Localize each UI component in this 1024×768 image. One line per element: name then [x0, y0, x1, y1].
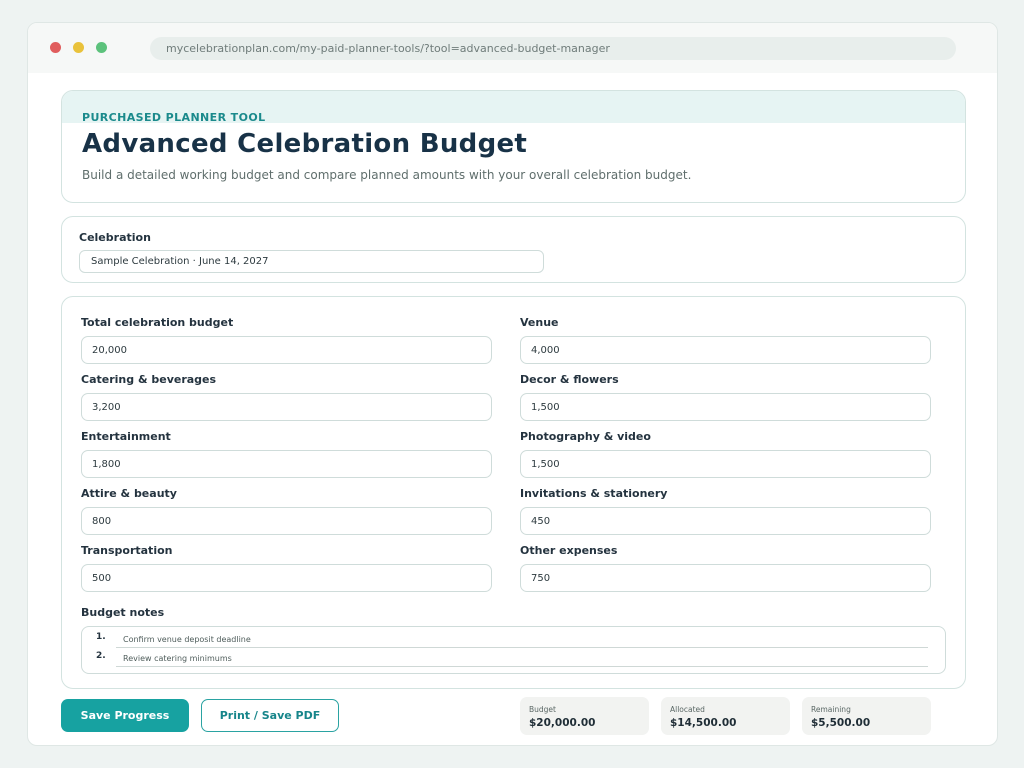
print-pdf-button[interactable]: Print / Save PDF [201, 699, 339, 732]
celebration-label: Celebration [79, 231, 151, 244]
stat-label: Budget [529, 705, 556, 714]
field-photography: Photography & video [520, 430, 931, 480]
budget-notes-list: 1. Confirm venue deposit deadline 2. Rev… [81, 626, 946, 674]
catering-input[interactable] [81, 393, 492, 421]
field-label: Entertainment [81, 430, 171, 443]
note-item: 1. Confirm venue deposit deadline [96, 632, 928, 649]
budget-notes-label: Budget notes [81, 606, 165, 619]
invitations-input[interactable] [520, 507, 931, 535]
entertainment-input[interactable] [81, 450, 492, 478]
tool-eyebrow: PURCHASED PLANNER TOOL [82, 111, 266, 124]
close-window-dot[interactable] [50, 42, 61, 53]
maximize-window-dot[interactable] [96, 42, 107, 53]
stat-label: Allocated [670, 705, 705, 714]
remaining-stat: Remaining $5,500.00 [802, 697, 931, 735]
field-label: Transportation [81, 544, 173, 557]
field-transportation: Transportation [81, 544, 492, 594]
stat-label: Remaining [811, 705, 851, 714]
allocated-stat: Allocated $14,500.00 [661, 697, 790, 735]
browser-window: mycelebrationplan.com/my-paid-planner-to… [27, 22, 998, 746]
field-label: Other expenses [520, 544, 618, 557]
field-label: Decor & flowers [520, 373, 619, 386]
note-number: 1. [96, 632, 106, 642]
stat-value: $20,000.00 [529, 717, 596, 729]
field-decor: Decor & flowers [520, 373, 931, 423]
budget-form-card: Total celebration budget Venue Catering … [61, 296, 966, 689]
field-other: Other expenses [520, 544, 931, 594]
field-catering: Catering & beverages [81, 373, 492, 423]
browser-toolbar: mycelebrationplan.com/my-paid-planner-to… [28, 23, 997, 73]
venue-input[interactable] [520, 336, 931, 364]
field-entertainment: Entertainment [81, 430, 492, 480]
field-label: Catering & beverages [81, 373, 217, 386]
stat-value: $5,500.00 [811, 717, 871, 729]
tool-header-card: PURCHASED PLANNER TOOL Advanced Celebrat… [61, 90, 966, 203]
note-input[interactable]: Review catering minimums [116, 652, 928, 667]
save-progress-button[interactable]: Save Progress [61, 699, 189, 732]
note-number: 2. [96, 651, 106, 661]
photography-input[interactable] [520, 450, 931, 478]
attire-input[interactable] [81, 507, 492, 535]
field-label: Total celebration budget [81, 316, 234, 329]
field-label: Venue [520, 316, 559, 329]
field-invitations: Invitations & stationery [520, 487, 931, 537]
page-title: Advanced Celebration Budget [82, 129, 528, 159]
celebration-select[interactable] [79, 250, 544, 273]
budget-stat: Budget $20,000.00 [520, 697, 649, 735]
field-total-budget: Total celebration budget [81, 316, 492, 366]
address-bar[interactable]: mycelebrationplan.com/my-paid-planner-to… [150, 37, 956, 60]
field-venue: Venue [520, 316, 931, 366]
note-input[interactable]: Confirm venue deposit deadline [116, 633, 928, 648]
minimize-window-dot[interactable] [73, 42, 84, 53]
field-label: Photography & video [520, 430, 651, 443]
note-item: 2. Review catering minimums [96, 651, 928, 668]
celebration-card: Celebration [61, 216, 966, 283]
field-label: Attire & beauty [81, 487, 177, 500]
field-attire: Attire & beauty [81, 487, 492, 537]
stat-value: $14,500.00 [670, 717, 737, 729]
field-label: Invitations & stationery [520, 487, 668, 500]
page-subtitle: Build a detailed working budget and comp… [82, 168, 692, 182]
total-budget-input[interactable] [81, 336, 492, 364]
other-expenses-input[interactable] [520, 564, 931, 592]
decor-input[interactable] [520, 393, 931, 421]
transportation-input[interactable] [81, 564, 492, 592]
